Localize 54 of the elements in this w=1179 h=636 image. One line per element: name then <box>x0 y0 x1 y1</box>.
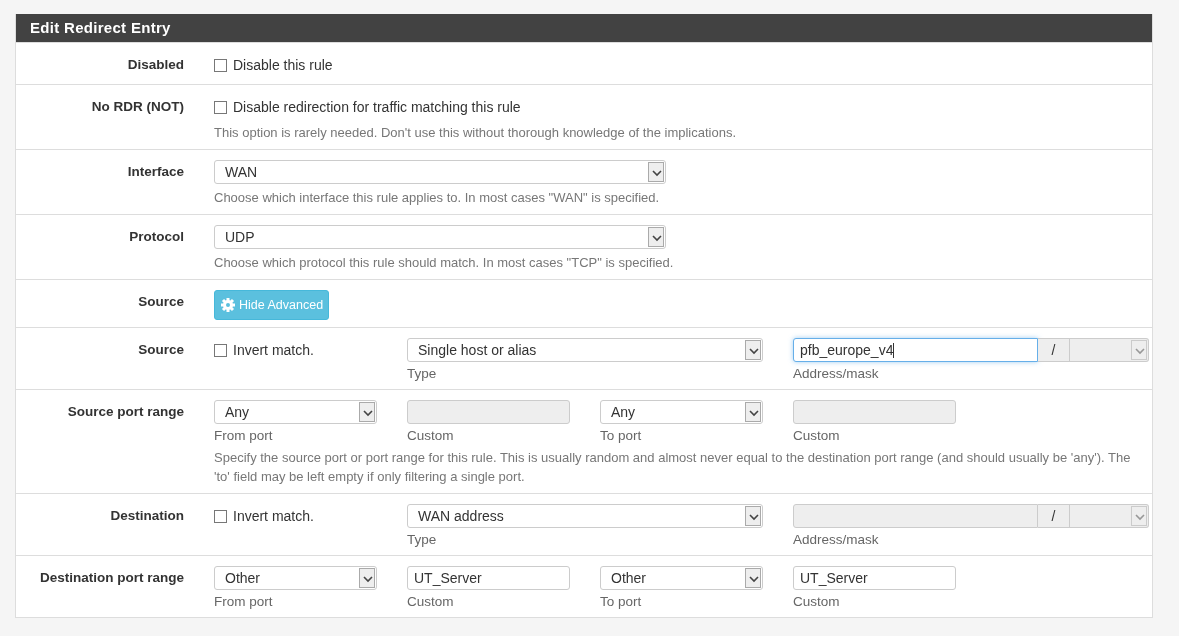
gear-icon <box>220 297 236 313</box>
chevron-down-icon <box>359 568 375 588</box>
field-label: Interface <box>127 164 184 179</box>
help-text: Specify the source port or port range for this rule. This is usually random and almost never equal to the destination port range (and should usually be 'any'). The 'to' field may be left empty if only filtering a single port. <box>214 449 1132 486</box>
chevron-down-icon <box>745 506 761 526</box>
field-caption: To port <box>600 427 643 444</box>
checkbox[interactable]: Disable this rule <box>214 53 333 77</box>
chevron-down-icon <box>648 162 664 182</box>
field-caption: From port <box>214 593 274 610</box>
help-text: This option is rarely needed. Don't use this without thorough knowledge of the implications. <box>214 124 738 142</box>
field-caption: To port <box>600 593 643 610</box>
chevron-down-icon <box>745 402 761 422</box>
chevron-down-icon <box>359 402 375 422</box>
dropdown[interactable]: Other <box>214 566 377 590</box>
field-caption: Custom <box>793 427 841 444</box>
checkbox[interactable]: Invert match. <box>214 338 314 362</box>
dropdown[interactable]: Single host or alias <box>407 338 763 362</box>
chevron-down-icon <box>745 568 761 588</box>
chevron-down-icon <box>1131 340 1147 360</box>
field-caption: Type <box>407 365 438 382</box>
field-label: Source port range <box>67 404 184 419</box>
chevron-down-icon <box>1131 506 1147 526</box>
field-label: Protocol <box>129 229 184 244</box>
field-caption: Address/mask <box>793 365 880 382</box>
field-label: Destination port range <box>40 570 184 585</box>
slash-label: / <box>1038 338 1070 362</box>
dropdown[interactable]: UDP <box>214 225 666 249</box>
field-label: No RDR (NOT) <box>91 99 184 114</box>
chevron-down-icon <box>648 227 664 247</box>
help-text: Choose which interface this rule applies to. In most cases "WAN" is specified. <box>214 189 661 207</box>
chevron-down-icon <box>745 340 761 360</box>
port-field[interactable]: UT_Server <box>407 566 570 590</box>
help-text: Choose which protocol this rule should match. In most cases "TCP" is specified. <box>214 254 675 272</box>
field-caption: Custom <box>793 593 841 610</box>
dropdown[interactable]: Any <box>600 400 763 424</box>
checkbox[interactable]: Invert match. <box>214 504 314 528</box>
address-field[interactable]: pfb_europe_v4 <box>793 338 1038 362</box>
checkbox[interactable]: Disable redirection for traffic matching this rule <box>214 95 521 119</box>
field-caption: Type <box>407 531 438 548</box>
field-label: Destination <box>110 508 184 523</box>
dropdown[interactable]: WAN <box>214 160 666 184</box>
field-caption: Custom <box>407 593 455 610</box>
dropdown[interactable]: Any <box>214 400 377 424</box>
panel-title: Edit Redirect Entry <box>16 14 1152 42</box>
slash-label: / <box>1038 504 1070 528</box>
port-field[interactable]: UT_Server <box>793 566 956 590</box>
dropdown[interactable]: WAN address <box>407 504 763 528</box>
field-caption: From port <box>214 427 274 444</box>
field-label: Disabled <box>127 57 184 72</box>
field-label: Source <box>138 294 184 309</box>
field-label: Source <box>138 342 184 357</box>
field-caption: Address/mask <box>793 531 880 548</box>
dropdown[interactable]: Other <box>600 566 763 590</box>
field-caption: Custom <box>407 427 455 444</box>
